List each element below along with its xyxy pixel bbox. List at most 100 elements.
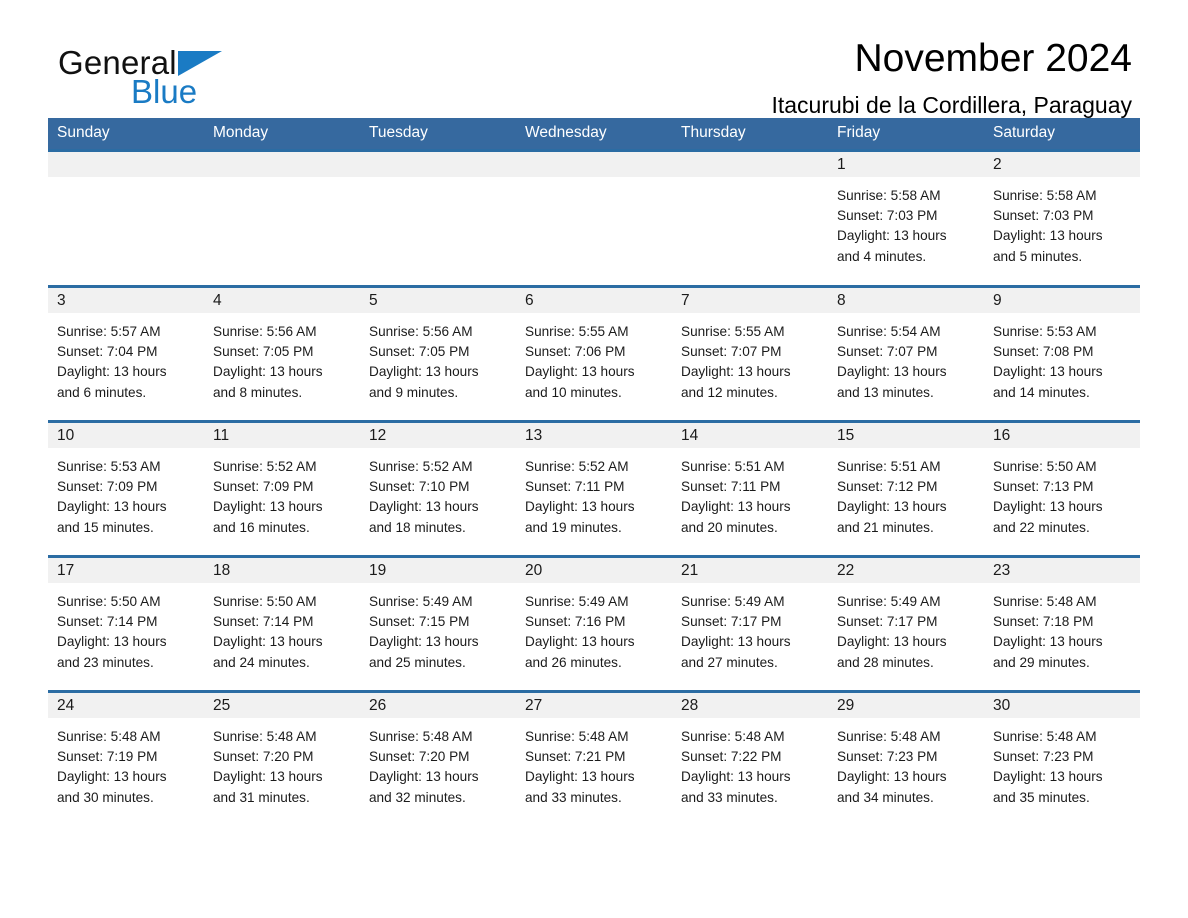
day-cell[interactable]: 8 Sunrise: 5:54 AM Sunset: 7:07 PM Dayli…: [828, 285, 984, 422]
day-cell[interactable]: 19 Sunrise: 5:49 AM Sunset: 7:15 PM Dayl…: [360, 555, 516, 692]
sunset-text: Sunset: 7:17 PM: [837, 614, 938, 630]
day-cell[interactable]: 28 Sunrise: 5:48 AM Sunset: 7:22 PM Dayl…: [672, 690, 828, 825]
daylight-text-line2: and 22 minutes.: [993, 519, 1090, 535]
sunrise-text: Sunrise: 5:55 AM: [525, 324, 629, 339]
day-cell[interactable]: 17 Sunrise: 5:50 AM Sunset: 7:14 PM Dayl…: [48, 555, 204, 692]
day-details: Sunrise: 5:48 AM Sunset: 7:23 PM Dayligh…: [828, 718, 984, 808]
sunset-text: Sunset: 7:09 PM: [213, 479, 314, 495]
sunset-text: Sunset: 7:14 PM: [213, 614, 314, 630]
daylight-text-line2: and 34 minutes.: [837, 789, 934, 805]
sunset-text: Sunset: 7:23 PM: [993, 749, 1094, 765]
daylight-text-line2: and 27 minutes.: [681, 654, 778, 670]
day-cell[interactable]: 6 Sunrise: 5:55 AM Sunset: 7:06 PM Dayli…: [516, 285, 672, 422]
sunset-text: Sunset: 7:16 PM: [525, 614, 626, 630]
day-number: 18: [204, 558, 360, 583]
page-header: General Blue November 2024 Itacurubi de …: [48, 0, 1140, 118]
daylight-text-line1: Daylight: 13 hours: [681, 634, 791, 650]
day-cell[interactable]: [360, 149, 516, 287]
daylight-text-line2: and 29 minutes.: [993, 654, 1090, 670]
daylight-text-line1: Daylight: 13 hours: [57, 499, 167, 515]
day-cell[interactable]: 18 Sunrise: 5:50 AM Sunset: 7:14 PM Dayl…: [204, 555, 360, 692]
daylight-text-line2: and 25 minutes.: [369, 654, 466, 670]
day-cell[interactable]: 12 Sunrise: 5:52 AM Sunset: 7:10 PM Dayl…: [360, 420, 516, 557]
day-cell[interactable]: 25 Sunrise: 5:48 AM Sunset: 7:20 PM Dayl…: [204, 690, 360, 825]
day-details: Sunrise: 5:56 AM Sunset: 7:05 PM Dayligh…: [360, 313, 516, 403]
sunset-text: Sunset: 7:13 PM: [993, 479, 1094, 495]
daylight-text-line2: and 33 minutes.: [681, 789, 778, 805]
day-cell[interactable]: 27 Sunrise: 5:48 AM Sunset: 7:21 PM Dayl…: [516, 690, 672, 825]
day-cell[interactable]: 14 Sunrise: 5:51 AM Sunset: 7:11 PM Dayl…: [672, 420, 828, 557]
sunrise-text: Sunrise: 5:55 AM: [681, 324, 785, 339]
day-cell[interactable]: 4 Sunrise: 5:56 AM Sunset: 7:05 PM Dayli…: [204, 285, 360, 422]
day-cell[interactable]: 10 Sunrise: 5:53 AM Sunset: 7:09 PM Dayl…: [48, 420, 204, 557]
sunrise-text: Sunrise: 5:52 AM: [525, 459, 629, 474]
day-cell[interactable]: 13 Sunrise: 5:52 AM Sunset: 7:11 PM Dayl…: [516, 420, 672, 557]
day-cell[interactable]: 15 Sunrise: 5:51 AM Sunset: 7:12 PM Dayl…: [828, 420, 984, 557]
day-cell[interactable]: 3 Sunrise: 5:57 AM Sunset: 7:04 PM Dayli…: [48, 285, 204, 422]
sunset-text: Sunset: 7:08 PM: [993, 344, 1094, 360]
day-cell[interactable]: 2 Sunrise: 5:58 AM Sunset: 7:03 PM Dayli…: [984, 149, 1140, 287]
day-number: 9: [984, 288, 1140, 313]
day-cell[interactable]: 11 Sunrise: 5:52 AM Sunset: 7:09 PM Dayl…: [204, 420, 360, 557]
daylight-text-line2: and 30 minutes.: [57, 789, 154, 805]
day-cell[interactable]: 1 Sunrise: 5:58 AM Sunset: 7:03 PM Dayli…: [828, 149, 984, 287]
sunrise-text: Sunrise: 5:58 AM: [993, 188, 1097, 203]
weekday-thursday: Thursday: [672, 118, 828, 151]
day-details: Sunrise: 5:48 AM Sunset: 7:20 PM Dayligh…: [360, 718, 516, 808]
day-number: 16: [984, 423, 1140, 448]
sunset-text: Sunset: 7:10 PM: [369, 479, 470, 495]
day-cell[interactable]: 26 Sunrise: 5:48 AM Sunset: 7:20 PM Dayl…: [360, 690, 516, 825]
daylight-text-line2: and 13 minutes.: [837, 384, 934, 400]
day-cell[interactable]: 9 Sunrise: 5:53 AM Sunset: 7:08 PM Dayli…: [984, 285, 1140, 422]
day-cell[interactable]: 22 Sunrise: 5:49 AM Sunset: 7:17 PM Dayl…: [828, 555, 984, 692]
day-number: 21: [672, 558, 828, 583]
day-cell[interactable]: 7 Sunrise: 5:55 AM Sunset: 7:07 PM Dayli…: [672, 285, 828, 422]
daylight-text-line2: and 5 minutes.: [993, 248, 1083, 264]
day-number: 23: [984, 558, 1140, 583]
daylight-text-line2: and 14 minutes.: [993, 384, 1090, 400]
day-cell[interactable]: 24 Sunrise: 5:48 AM Sunset: 7:19 PM Dayl…: [48, 690, 204, 825]
weekday-friday: Friday: [828, 118, 984, 151]
daylight-text-line2: and 32 minutes.: [369, 789, 466, 805]
day-cell[interactable]: [48, 149, 204, 287]
day-cell[interactable]: 21 Sunrise: 5:49 AM Sunset: 7:17 PM Dayl…: [672, 555, 828, 692]
day-details: Sunrise: 5:50 AM Sunset: 7:14 PM Dayligh…: [204, 583, 360, 673]
sunrise-text: Sunrise: 5:53 AM: [993, 324, 1097, 339]
day-cell[interactable]: 16 Sunrise: 5:50 AM Sunset: 7:13 PM Dayl…: [984, 420, 1140, 557]
day-cell[interactable]: 29 Sunrise: 5:48 AM Sunset: 7:23 PM Dayl…: [828, 690, 984, 825]
sunrise-text: Sunrise: 5:50 AM: [213, 594, 317, 609]
daylight-text-line1: Daylight: 13 hours: [993, 499, 1103, 515]
calendar-body: 1 Sunrise: 5:58 AM Sunset: 7:03 PM Dayli…: [48, 149, 1140, 825]
daylight-text-line2: and 20 minutes.: [681, 519, 778, 535]
day-details: Sunrise: 5:58 AM Sunset: 7:03 PM Dayligh…: [828, 177, 984, 267]
day-number: [48, 152, 204, 177]
daylight-text-line1: Daylight: 13 hours: [369, 364, 479, 380]
title-block: November 2024 Itacurubi de la Cordillera…: [771, 37, 1132, 118]
generalblue-logo[interactable]: General Blue: [58, 46, 358, 122]
day-details: Sunrise: 5:53 AM Sunset: 7:09 PM Dayligh…: [48, 448, 204, 538]
sunrise-text: Sunrise: 5:51 AM: [837, 459, 941, 474]
daylight-text-line1: Daylight: 13 hours: [837, 499, 947, 515]
daylight-text-line1: Daylight: 13 hours: [993, 364, 1103, 380]
day-cell[interactable]: [516, 149, 672, 287]
day-details: Sunrise: 5:49 AM Sunset: 7:16 PM Dayligh…: [516, 583, 672, 673]
day-cell[interactable]: 23 Sunrise: 5:48 AM Sunset: 7:18 PM Dayl…: [984, 555, 1140, 692]
day-number: [672, 152, 828, 177]
day-cell[interactable]: 30 Sunrise: 5:48 AM Sunset: 7:23 PM Dayl…: [984, 690, 1140, 825]
daylight-text-line2: and 21 minutes.: [837, 519, 934, 535]
sunset-text: Sunset: 7:04 PM: [57, 344, 158, 360]
sunset-text: Sunset: 7:15 PM: [369, 614, 470, 630]
daylight-text-line1: Daylight: 13 hours: [369, 499, 479, 515]
day-number: 24: [48, 693, 204, 718]
sunset-text: Sunset: 7:07 PM: [837, 344, 938, 360]
day-details: Sunrise: 5:51 AM Sunset: 7:11 PM Dayligh…: [672, 448, 828, 538]
day-details: Sunrise: 5:50 AM Sunset: 7:13 PM Dayligh…: [984, 448, 1140, 538]
daylight-text-line1: Daylight: 13 hours: [525, 364, 635, 380]
day-details: Sunrise: 5:50 AM Sunset: 7:14 PM Dayligh…: [48, 583, 204, 673]
day-cell[interactable]: 20 Sunrise: 5:49 AM Sunset: 7:16 PM Dayl…: [516, 555, 672, 692]
day-cell[interactable]: 5 Sunrise: 5:56 AM Sunset: 7:05 PM Dayli…: [360, 285, 516, 422]
sunset-text: Sunset: 7:21 PM: [525, 749, 626, 765]
day-cell[interactable]: [204, 149, 360, 287]
day-cell[interactable]: [672, 149, 828, 287]
day-number: 20: [516, 558, 672, 583]
